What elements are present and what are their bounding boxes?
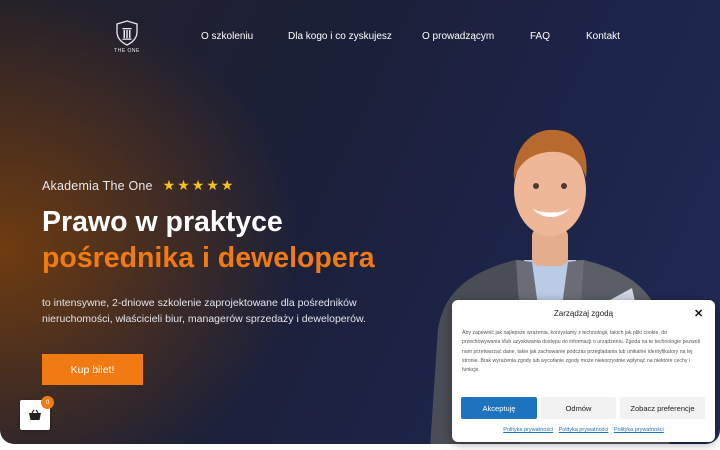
policy-links: Polityka prywatności Polityka prywatnośc…	[452, 427, 715, 433]
nav-item-kontakt[interactable]: Kontakt	[586, 31, 620, 42]
close-icon[interactable]: ✕	[694, 307, 703, 320]
preferences-button[interactable]: Zobacz preferencje	[620, 397, 705, 419]
shield-logo-icon	[116, 20, 138, 46]
nav-item-o-szkoleniu[interactable]: O szkoleniu	[201, 31, 253, 42]
nav-item-o-prowadzacym[interactable]: O prowadzącym	[422, 31, 494, 42]
consent-modal: Zarządzaj zgodą ✕ Aby zapewnić jak najle…	[452, 300, 715, 442]
consent-text: Aby zapewnić jak najlepsze wrażenia, kor…	[462, 330, 700, 374]
logo[interactable]: THE ONE	[110, 20, 144, 54]
buy-ticket-button[interactable]: Kup bilet!	[42, 354, 143, 385]
accept-button[interactable]: Akceptuję	[461, 397, 537, 419]
top-navigation: THE ONE O szkoleniu Dla kogo i co zyskuj…	[0, 0, 720, 80]
privacy-policy-link[interactable]: Polityka prywatności	[559, 427, 609, 433]
nav-item-faq[interactable]: FAQ	[530, 31, 550, 42]
privacy-policy-link[interactable]: Polityka prywatności	[614, 427, 664, 433]
deny-button[interactable]: Odmów	[541, 397, 616, 419]
hero-description: to intensywne, 2-dniowe szkolenie zaproj…	[42, 297, 366, 325]
cart-count-badge: 0	[41, 396, 54, 409]
brand-row: Akademia The One ★★★★★	[42, 177, 235, 194]
brand-name: Akademia The One	[42, 178, 153, 193]
consent-title: Zarządzaj zgodą	[553, 309, 614, 318]
privacy-policy-link[interactable]: Polityka prywatności	[503, 427, 553, 433]
nav-item-dla-kogo[interactable]: Dla kogo i co zyskujesz	[288, 31, 392, 42]
hero-title: Prawo w praktyce	[42, 206, 283, 238]
rating-stars-icon: ★★★★★	[162, 177, 236, 193]
hero-subtitle: pośrednika i dewelopera	[42, 242, 375, 274]
basket-icon	[29, 409, 41, 420]
logo-text: THE ONE	[114, 48, 140, 54]
